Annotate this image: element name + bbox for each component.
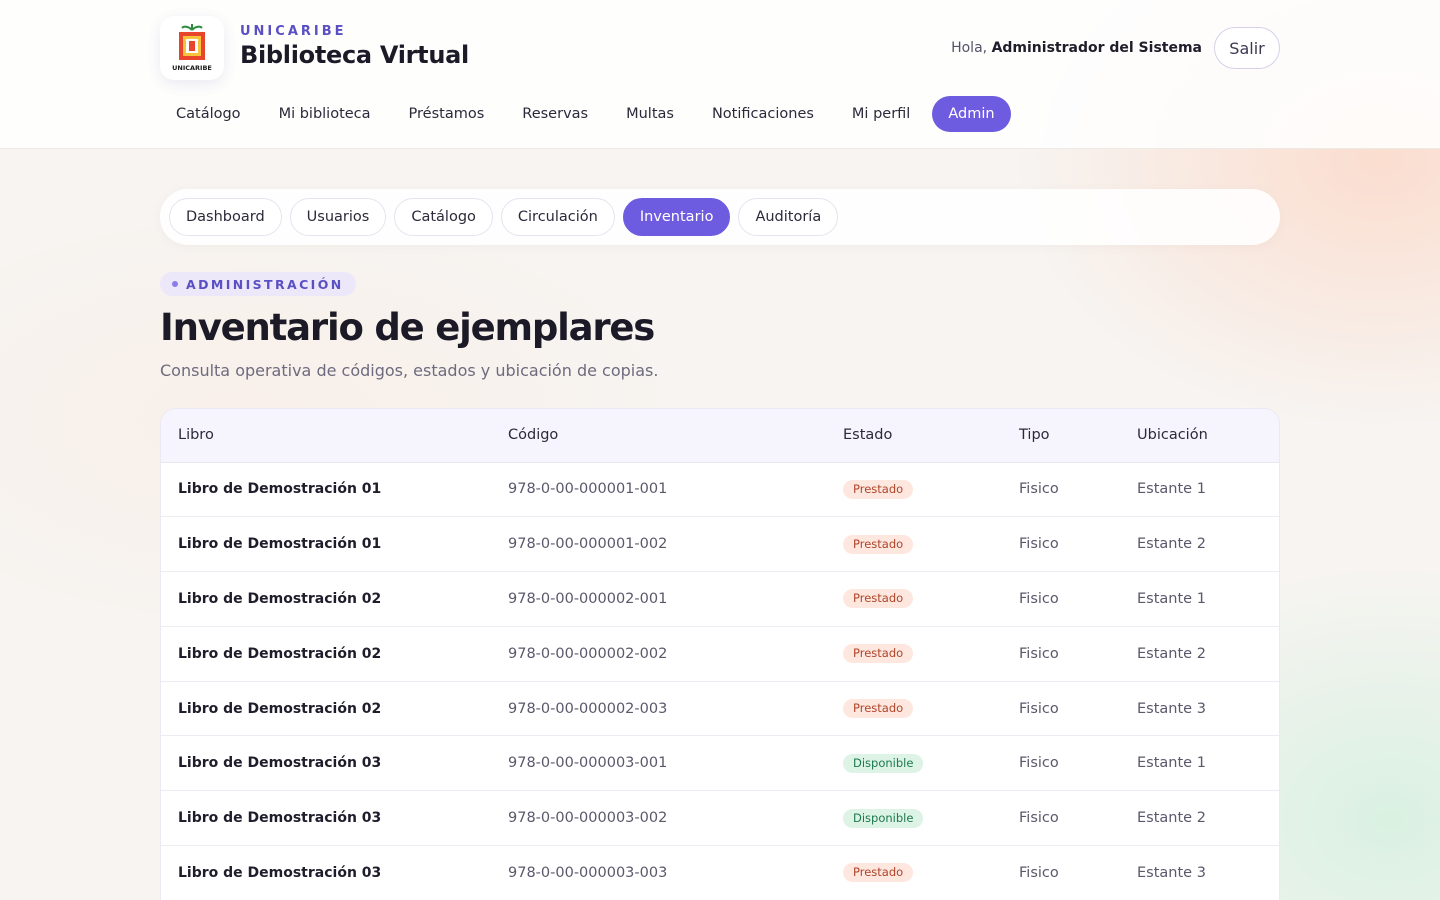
page-title: Inventario de ejemplares bbox=[160, 306, 655, 349]
table-row[interactable]: Libro de Demostración 03 978-0-00-000003… bbox=[161, 735, 1279, 792]
page-description: Consulta operativa de códigos, estados y… bbox=[160, 361, 659, 380]
eyebrow-label: ADMINISTRACIÓN bbox=[186, 276, 344, 292]
cell-book: Libro de Demostración 03 bbox=[161, 735, 491, 792]
inventory-table: Libro Código Estado Tipo Ubicación Libro… bbox=[161, 409, 1279, 900]
tab-usuarios[interactable]: Usuarios bbox=[289, 198, 387, 236]
cell-location: Estante 1 bbox=[1120, 735, 1279, 792]
status-badge: Prestado bbox=[843, 863, 914, 883]
cell-type: Fisico bbox=[1002, 462, 1120, 518]
cell-code: 978-0-00-000002-003 bbox=[491, 681, 826, 737]
cell-type: Fisico bbox=[1002, 735, 1120, 792]
status-badge: Prestado bbox=[843, 479, 914, 499]
cell-location: Estante 2 bbox=[1120, 790, 1279, 847]
main-nav: Catálogo Mi biblioteca Préstamos Reserva… bbox=[160, 96, 1017, 132]
cell-book: Libro de Demostración 01 bbox=[161, 516, 491, 573]
column-header-tipo: Tipo bbox=[1002, 409, 1120, 463]
cell-status: Disponible bbox=[826, 790, 1002, 847]
logout-button[interactable]: Salir bbox=[1214, 27, 1280, 69]
nav-item-catalogo[interactable]: Catálogo bbox=[160, 96, 257, 132]
nav-item-prestamos[interactable]: Préstamos bbox=[393, 96, 501, 132]
cell-code: 978-0-00-000001-001 bbox=[491, 462, 826, 518]
user-greeting: Hola, Administrador del Sistema bbox=[951, 40, 1202, 56]
user-name: Administrador del Sistema bbox=[991, 40, 1202, 56]
cell-status: Prestado bbox=[826, 462, 1002, 518]
library-logo-icon: UNICARIBE bbox=[172, 24, 212, 72]
cell-status: Prestado bbox=[826, 681, 1002, 737]
cell-type: Fisico bbox=[1002, 790, 1120, 847]
column-header-codigo: Código bbox=[491, 409, 826, 463]
column-header-libro: Libro bbox=[161, 409, 491, 463]
top-header: UNICARIBE UNICARIBE Biblioteca Virtual H… bbox=[0, 0, 1440, 149]
cell-type: Fisico bbox=[1002, 516, 1120, 573]
cell-book: Libro de Demostración 02 bbox=[161, 571, 491, 627]
logo-wordmark: UNICARIBE bbox=[172, 64, 212, 72]
cell-code: 978-0-00-000001-002 bbox=[491, 516, 826, 573]
nav-item-reservas[interactable]: Reservas bbox=[506, 96, 604, 132]
nav-item-mi-biblioteca[interactable]: Mi biblioteca bbox=[263, 96, 387, 132]
cell-book: Libro de Demostración 03 bbox=[161, 845, 491, 900]
status-badge: Disponible bbox=[843, 753, 924, 773]
cell-code: 978-0-00-000002-002 bbox=[491, 626, 826, 682]
brand-logo[interactable]: UNICARIBE bbox=[160, 16, 224, 80]
cell-code: 978-0-00-000003-001 bbox=[491, 735, 826, 792]
cell-type: Fisico bbox=[1002, 626, 1120, 682]
greeting-text: Hola, bbox=[951, 40, 988, 56]
cell-code: 978-0-00-000003-002 bbox=[491, 790, 826, 847]
cell-location: Estante 3 bbox=[1120, 845, 1279, 900]
table-row[interactable]: Libro de Demostración 03 978-0-00-000003… bbox=[161, 845, 1279, 900]
cell-location: Estante 1 bbox=[1120, 462, 1279, 518]
table-row[interactable]: Libro de Demostración 01 978-0-00-000001… bbox=[161, 516, 1279, 573]
tab-auditoria[interactable]: Auditoría bbox=[738, 198, 839, 236]
tab-catalogo[interactable]: Catálogo bbox=[394, 198, 493, 236]
table-row[interactable]: Libro de Demostración 02 978-0-00-000002… bbox=[161, 571, 1279, 627]
nav-item-mi-perfil[interactable]: Mi perfil bbox=[836, 96, 926, 132]
status-badge: Prestado bbox=[843, 534, 914, 554]
inventory-table-card: Libro Código Estado Tipo Ubicación Libro… bbox=[160, 408, 1280, 900]
cell-location: Estante 2 bbox=[1120, 516, 1279, 573]
status-badge: Prestado bbox=[843, 699, 914, 719]
table-row[interactable]: Libro de Demostración 02 978-0-00-000002… bbox=[161, 626, 1279, 682]
status-badge: Prestado bbox=[843, 589, 914, 609]
cell-status: Prestado bbox=[826, 845, 1002, 900]
status-badge: Disponible bbox=[843, 808, 924, 828]
nav-item-admin[interactable]: Admin bbox=[932, 96, 1011, 132]
cell-status: Disponible bbox=[826, 735, 1002, 792]
status-badge: Prestado bbox=[843, 644, 914, 664]
cell-status: Prestado bbox=[826, 516, 1002, 573]
tab-inventario[interactable]: Inventario bbox=[622, 198, 731, 236]
table-header-row: Libro Código Estado Tipo Ubicación bbox=[161, 409, 1279, 463]
nav-item-notificaciones[interactable]: Notificaciones bbox=[696, 96, 830, 132]
admin-tabs: Dashboard Usuarios Catálogo Circulación … bbox=[160, 189, 1280, 245]
tab-circulacion[interactable]: Circulación bbox=[500, 198, 615, 236]
cell-status: Prestado bbox=[826, 571, 1002, 627]
cell-location: Estante 3 bbox=[1120, 681, 1279, 737]
cell-code: 978-0-00-000002-001 bbox=[491, 571, 826, 627]
table-row[interactable]: Libro de Demostración 02 978-0-00-000002… bbox=[161, 681, 1279, 737]
section-eyebrow: ADMINISTRACIÓN bbox=[160, 272, 356, 296]
tab-dashboard[interactable]: Dashboard bbox=[169, 198, 282, 236]
brand-subtitle: UNICARIBE bbox=[240, 24, 347, 39]
cell-book: Libro de Demostración 02 bbox=[161, 681, 491, 737]
table-row[interactable]: Libro de Demostración 03 978-0-00-000003… bbox=[161, 790, 1279, 847]
cell-location: Estante 1 bbox=[1120, 571, 1279, 627]
cell-type: Fisico bbox=[1002, 681, 1120, 737]
table-row[interactable]: Libro de Demostración 01 978-0-00-000001… bbox=[161, 462, 1279, 518]
cell-book: Libro de Demostración 03 bbox=[161, 790, 491, 847]
cell-book: Libro de Demostración 02 bbox=[161, 626, 491, 682]
dot-icon bbox=[172, 281, 178, 287]
cell-code: 978-0-00-000003-003 bbox=[491, 845, 826, 900]
cell-status: Prestado bbox=[826, 626, 1002, 682]
cell-type: Fisico bbox=[1002, 571, 1120, 627]
cell-location: Estante 2 bbox=[1120, 626, 1279, 682]
cell-type: Fisico bbox=[1002, 845, 1120, 900]
brand-title: Biblioteca Virtual bbox=[240, 41, 469, 69]
column-header-ubicacion: Ubicación bbox=[1120, 409, 1279, 463]
nav-item-multas[interactable]: Multas bbox=[610, 96, 690, 132]
cell-book: Libro de Demostración 01 bbox=[161, 462, 491, 518]
column-header-estado: Estado bbox=[826, 409, 1002, 463]
